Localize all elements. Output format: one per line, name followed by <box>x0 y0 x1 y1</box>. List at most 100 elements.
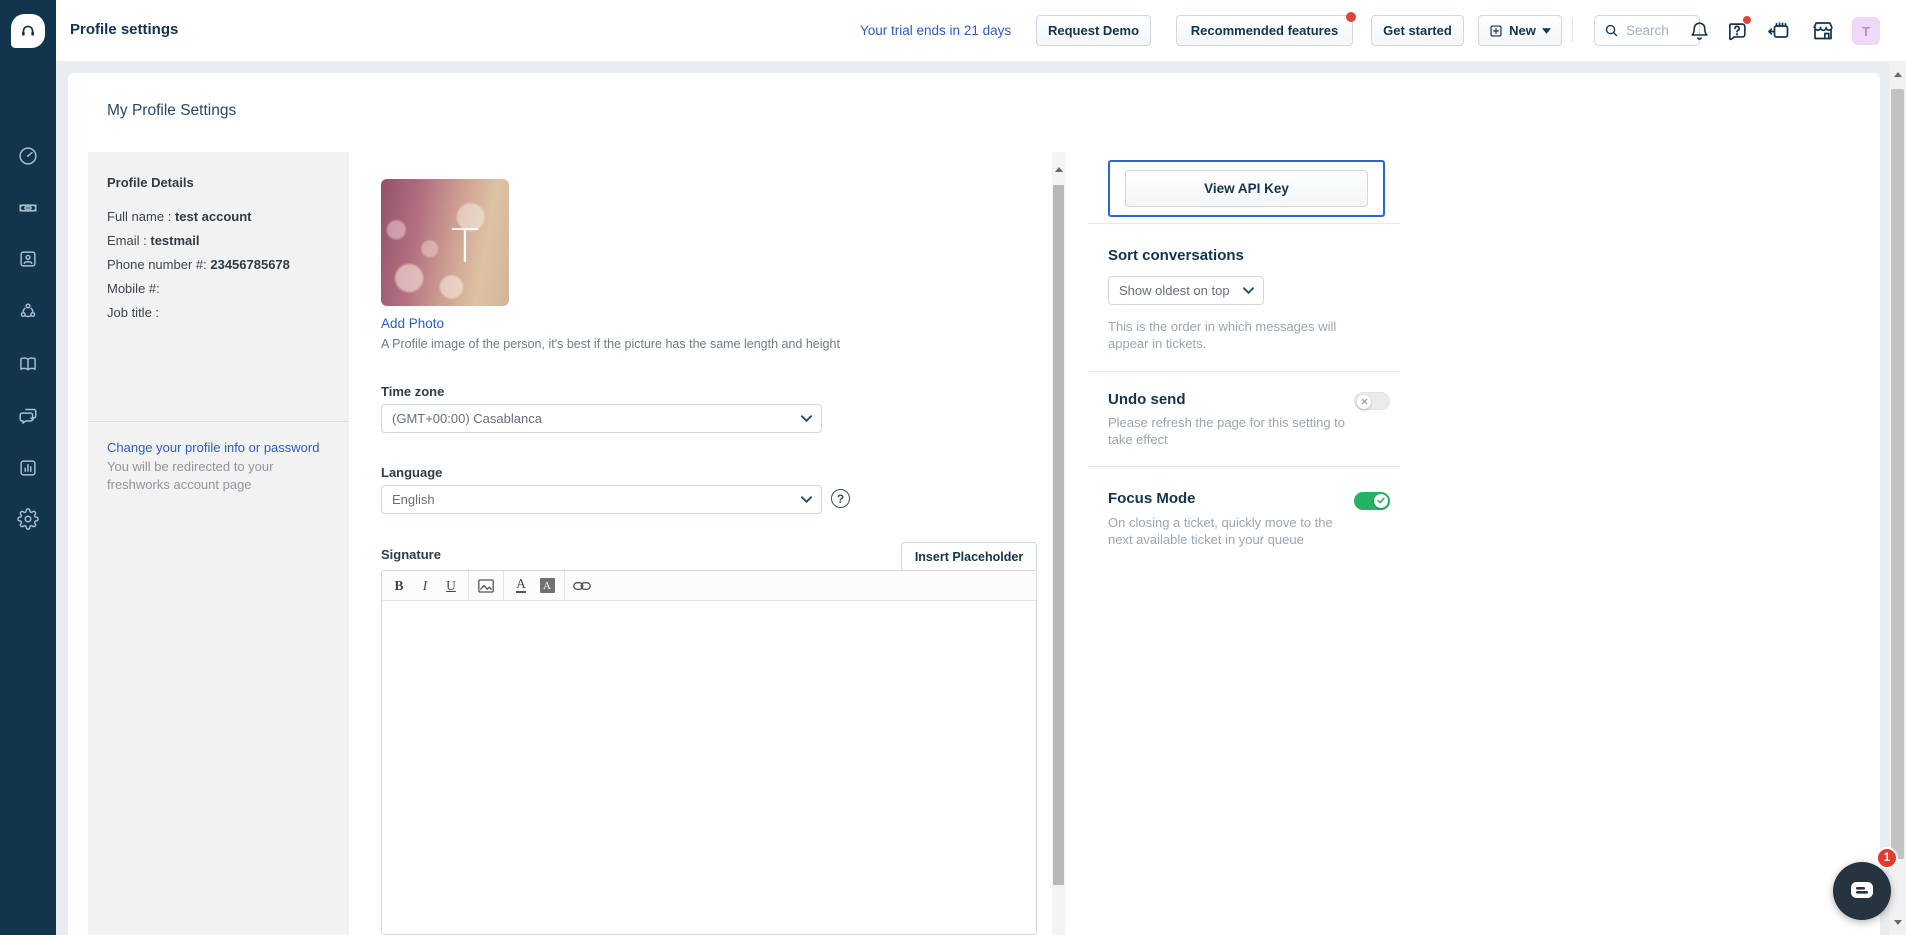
gear-icon <box>17 508 39 530</box>
toolbar-group-link <box>565 571 599 600</box>
section-divider <box>1088 466 1400 467</box>
help-notification-dot-icon <box>1743 16 1751 24</box>
insert-placeholder-button[interactable]: Insert Placeholder <box>901 542 1037 571</box>
profile-details-panel: Profile Details Full name : test account… <box>88 152 349 935</box>
profile-field-phone: Phone number #: 23456785678 <box>107 253 332 277</box>
top-bar: Profile settings Your trial ends in 21 d… <box>0 0 1906 61</box>
chat-bubble-icon <box>1849 880 1875 902</box>
bold-button[interactable]: B <box>386 574 412 598</box>
content-scrollbar-thumb[interactable] <box>1053 185 1064 885</box>
language-help-icon[interactable]: ? <box>831 489 850 508</box>
sidebar-item-contacts[interactable] <box>17 248 39 270</box>
scroll-up-arrow-icon[interactable] <box>1891 67 1904 81</box>
search-placeholder: Search <box>1626 23 1669 38</box>
photo-hint: A Profile image of the person, it's best… <box>381 337 1021 351</box>
get-started-button[interactable]: Get started <box>1371 15 1464 46</box>
left-sidebar <box>0 61 56 935</box>
panel-divider <box>88 421 349 422</box>
profile-field-mobile: Mobile #: <box>107 277 332 301</box>
request-demo-button[interactable]: Request Demo <box>1036 15 1151 46</box>
timezone-label: Time zone <box>381 384 444 399</box>
sort-conversations-hint: This is the order in which messages will… <box>1108 318 1348 352</box>
main-card: My Profile Settings Profile Details Full… <box>68 73 1880 935</box>
new-button-label: New <box>1509 23 1536 38</box>
section-divider <box>1088 223 1400 224</box>
insert-link-button[interactable] <box>569 574 595 598</box>
toggle-knob <box>1357 395 1371 409</box>
signature-label: Signature <box>381 547 441 562</box>
signature-editor: B I U A A <box>381 570 1037 935</box>
undo-send-heading: Undo send <box>1108 391 1186 408</box>
chevron-down-icon <box>1243 287 1254 294</box>
language-select[interactable]: English <box>381 485 822 514</box>
new-dropdown-button[interactable]: New <box>1478 15 1562 46</box>
italic-button[interactable]: I <box>412 574 438 598</box>
bell-icon <box>1689 21 1710 42</box>
toggle-knob <box>1374 494 1388 508</box>
recommended-features-label: Recommended features <box>1191 23 1338 38</box>
chevron-down-icon <box>801 496 812 503</box>
sidebar-item-customers[interactable] <box>17 300 39 322</box>
highlight-color-button[interactable]: A <box>534 574 560 598</box>
toolbar-group-text: B I U <box>382 571 469 600</box>
section-divider <box>1088 371 1400 372</box>
customers-network-icon <box>17 300 39 322</box>
sidebar-item-admin[interactable] <box>17 508 39 530</box>
sidebar-item-forums[interactable] <box>17 404 39 426</box>
page-scrollbar[interactable] <box>1889 61 1906 935</box>
chevron-down-icon <box>801 415 812 422</box>
undo-send-toggle[interactable] <box>1354 392 1390 410</box>
profile-photo[interactable]: T <box>381 179 509 306</box>
plus-square-icon <box>1489 24 1503 38</box>
ticket-icon <box>17 197 39 219</box>
change-profile-link[interactable]: Change your profile info or password <box>107 439 327 456</box>
profile-photo-initial: T <box>451 219 479 273</box>
scroll-up-arrow-icon[interactable] <box>1052 162 1065 176</box>
focus-mode-hint: On closing a ticket, quickly move to the… <box>1108 514 1360 548</box>
trial-countdown-link[interactable]: Your trial ends in 21 days <box>860 23 1020 38</box>
sidebar-item-solutions[interactable] <box>17 353 39 375</box>
content-scrollbar[interactable] <box>1052 152 1065 935</box>
toolbar-group-image <box>469 571 504 600</box>
timezone-value: (GMT+00:00) Casablanca <box>392 411 542 426</box>
notifications-button[interactable] <box>1684 16 1714 46</box>
sidebar-item-dashboard[interactable] <box>17 145 39 167</box>
toolbar-group-color: A A <box>504 571 565 600</box>
profile-field-jobtitle: Job title : <box>107 301 332 325</box>
recommended-features-button[interactable]: Recommended features <box>1176 15 1353 46</box>
page-scrollbar-thumb[interactable] <box>1891 89 1904 859</box>
underline-button[interactable]: U <box>438 574 464 598</box>
marketplace-button[interactable] <box>1808 16 1838 46</box>
help-button[interactable] <box>1722 16 1752 46</box>
sidebar-item-analytics[interactable] <box>17 457 39 479</box>
sort-conversations-value: Show oldest on top <box>1119 283 1230 298</box>
analytics-icon <box>17 457 39 479</box>
focus-mode-toggle[interactable] <box>1354 492 1390 510</box>
chevron-down-icon <box>1542 28 1551 34</box>
profile-details-heading: Profile Details <box>107 175 194 190</box>
freshdesk-logo[interactable] <box>0 0 56 61</box>
chat-widget-button[interactable] <box>1833 862 1891 920</box>
notification-dot-icon <box>1346 12 1356 22</box>
link-icon <box>573 581 591 591</box>
forums-chat-icon <box>17 404 39 426</box>
explore-plans-button[interactable] <box>1764 16 1794 46</box>
undo-send-hint: Please refresh the page for this setting… <box>1108 414 1360 448</box>
insert-image-button[interactable] <box>473 574 499 598</box>
plans-stack-icon <box>1767 19 1791 43</box>
sidebar-item-tickets[interactable] <box>17 197 39 219</box>
change-profile-note: You will be redirected to your freshwork… <box>107 458 282 494</box>
user-avatar[interactable]: T <box>1852 17 1880 45</box>
sort-conversations-select[interactable]: Show oldest on top <box>1108 276 1264 305</box>
add-photo-link[interactable]: Add Photo <box>381 316 444 331</box>
timezone-select[interactable]: (GMT+00:00) Casablanca <box>381 404 822 433</box>
font-color-icon: A <box>516 578 526 593</box>
font-color-button[interactable]: A <box>508 574 534 598</box>
scroll-down-arrow-icon[interactable] <box>1891 915 1904 929</box>
freshdesk-app: Profile settings Your trial ends in 21 d… <box>0 0 1906 935</box>
image-icon <box>478 579 494 593</box>
signature-body[interactable] <box>382 601 1036 935</box>
profile-details-rows: Full name : test account Email : testmai… <box>107 205 332 325</box>
view-api-key-button[interactable]: View API Key <box>1125 170 1368 207</box>
contact-card-icon <box>17 248 39 270</box>
